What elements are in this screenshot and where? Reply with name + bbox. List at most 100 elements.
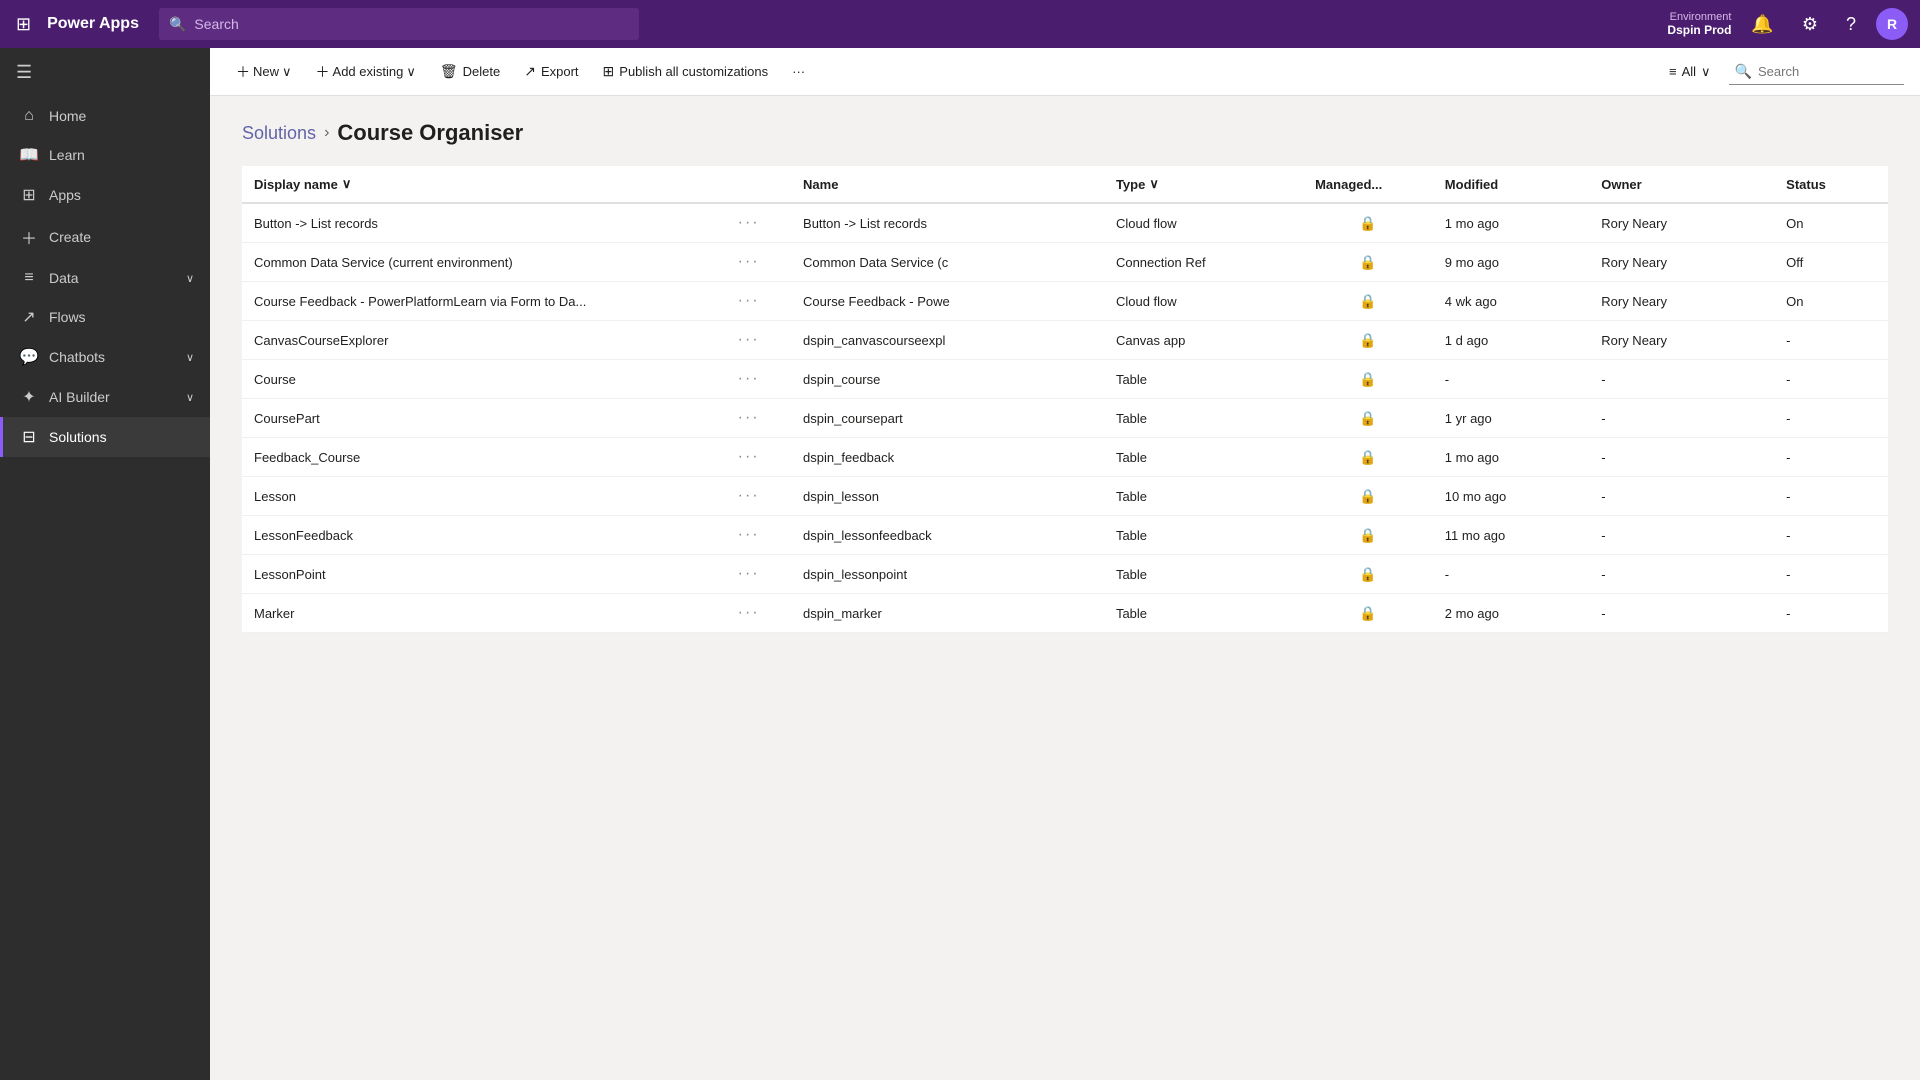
cell-more[interactable]: ··· — [726, 555, 791, 594]
cell-more[interactable]: ··· — [726, 321, 791, 360]
cell-more[interactable]: ··· — [726, 516, 791, 555]
add-existing-button[interactable]: ＋ Add existing ∨ — [306, 56, 426, 88]
cell-more[interactable]: ··· — [726, 594, 791, 633]
sidebar-item-learn[interactable]: 📖 Learn — [0, 135, 210, 175]
sidebar-toggle[interactable]: ☰ — [0, 48, 210, 97]
col-header-status: Status — [1774, 166, 1888, 203]
cell-more[interactable]: ··· — [726, 203, 791, 243]
sidebar-item-flows[interactable]: ↗ Flows — [0, 297, 210, 337]
table-row[interactable]: Common Data Service (current environment… — [242, 243, 1888, 282]
global-search-input[interactable] — [194, 16, 629, 32]
data-icon: ≡ — [19, 269, 39, 287]
new-button[interactable]: ＋ New ∨ — [226, 56, 302, 88]
more-options-icon[interactable]: ··· — [738, 370, 760, 387]
export-button[interactable]: ↗ Export — [514, 57, 588, 86]
cell-name: Common Data Service (c — [791, 243, 1104, 282]
add-existing-chevron-icon: ∨ — [406, 64, 416, 80]
table-row[interactable]: CoursePart ··· dspin_coursepart Table 🔒 … — [242, 399, 1888, 438]
cell-status: On — [1774, 203, 1888, 243]
help-icon[interactable]: ? — [1838, 10, 1864, 39]
publish-all-button[interactable]: ⊞ Publish all customizations — [593, 57, 779, 86]
cell-more[interactable]: ··· — [726, 399, 791, 438]
notification-icon[interactable]: 🔔 — [1743, 10, 1781, 39]
sidebar-item-apps[interactable]: ⊞ Apps — [0, 175, 210, 215]
sidebar-item-solutions[interactable]: ⊟ Solutions — [0, 417, 210, 457]
col-header-type[interactable]: Type ∨ — [1104, 166, 1303, 203]
more-options-icon[interactable]: ··· — [738, 565, 760, 582]
cell-display-name: Common Data Service (current environment… — [242, 243, 726, 282]
cell-owner: Rory Neary — [1589, 243, 1774, 282]
delete-button[interactable]: 🗑 Delete — [430, 57, 510, 86]
sidebar-item-ai-builder[interactable]: ✦ AI Builder ∨ — [0, 377, 210, 417]
table-row[interactable]: Course Feedback - PowerPlatformLearn via… — [242, 282, 1888, 321]
cell-type: Connection Ref — [1104, 243, 1303, 282]
table-row[interactable]: Lesson ··· dspin_lesson Table 🔒 10 mo ag… — [242, 477, 1888, 516]
cell-type: Table — [1104, 438, 1303, 477]
environment-name: Dspin Prod — [1667, 23, 1731, 37]
more-options-icon[interactable]: ··· — [738, 253, 760, 270]
more-options-icon[interactable]: ··· — [738, 214, 760, 231]
brand-title: Power Apps — [47, 15, 139, 33]
environment-info[interactable]: Environment Dspin Prod — [1667, 11, 1731, 37]
cell-type: Table — [1104, 399, 1303, 438]
cell-display-name: Button -> List records — [242, 203, 726, 243]
cmd-search-input[interactable] — [1758, 64, 1898, 79]
ai-builder-icon: ✦ — [19, 387, 39, 407]
more-options-icon[interactable]: ··· — [738, 409, 760, 426]
col-header-managed: Managed... — [1303, 166, 1433, 203]
table-row[interactable]: Feedback_Course ··· dspin_feedback Table… — [242, 438, 1888, 477]
settings-icon[interactable]: ⚙ — [1794, 10, 1826, 39]
solutions-icon: ⊟ — [19, 427, 39, 447]
col-header-name: Name — [791, 166, 1104, 203]
sidebar: ☰ ⌂ Home 📖 Learn ⊞ Apps ＋ Create ≡ Data … — [0, 48, 210, 1080]
more-options-icon[interactable]: ··· — [738, 292, 760, 309]
more-label: ··· — [792, 64, 805, 79]
cell-modified: 10 mo ago — [1433, 477, 1589, 516]
cell-modified: 1 mo ago — [1433, 203, 1589, 243]
table-row[interactable]: LessonFeedback ··· dspin_lessonfeedback … — [242, 516, 1888, 555]
main-layout: ☰ ⌂ Home 📖 Learn ⊞ Apps ＋ Create ≡ Data … — [0, 48, 1920, 1080]
more-options-icon[interactable]: ··· — [738, 331, 760, 348]
table-row[interactable]: CanvasCourseExplorer ··· dspin_canvascou… — [242, 321, 1888, 360]
sidebar-item-create[interactable]: ＋ Create — [0, 215, 210, 259]
more-options-icon[interactable]: ··· — [738, 526, 760, 543]
more-button[interactable]: ··· — [782, 58, 815, 85]
more-options-icon[interactable]: ··· — [738, 448, 760, 465]
breadcrumb-parent[interactable]: Solutions — [242, 123, 316, 144]
table-row[interactable]: Marker ··· dspin_marker Table 🔒 2 mo ago… — [242, 594, 1888, 633]
lock-icon: 🔒 — [1359, 527, 1376, 543]
export-label: Export — [541, 64, 579, 79]
chatbots-chevron-icon: ∨ — [186, 351, 194, 364]
cell-more[interactable]: ··· — [726, 477, 791, 516]
sidebar-item-data[interactable]: ≡ Data ∨ — [0, 259, 210, 297]
cell-name: dspin_lessonpoint — [791, 555, 1104, 594]
cell-managed: 🔒 — [1303, 477, 1433, 516]
avatar[interactable]: R — [1876, 8, 1908, 40]
cell-more[interactable]: ··· — [726, 282, 791, 321]
more-options-icon[interactable]: ··· — [738, 487, 760, 504]
cell-managed: 🔒 — [1303, 360, 1433, 399]
waffle-icon[interactable]: ⊞ — [12, 10, 35, 39]
cell-type: Cloud flow — [1104, 282, 1303, 321]
cell-more[interactable]: ··· — [726, 438, 791, 477]
chatbots-icon: 💬 — [19, 347, 39, 367]
lock-icon: 🔒 — [1359, 449, 1376, 465]
cell-name: dspin_lesson — [791, 477, 1104, 516]
col-header-display-name[interactable]: Display name ∨ — [242, 166, 726, 203]
cell-more[interactable]: ··· — [726, 243, 791, 282]
table-row[interactable]: LessonPoint ··· dspin_lessonpoint Table … — [242, 555, 1888, 594]
cell-type: Table — [1104, 360, 1303, 399]
cell-status: - — [1774, 360, 1888, 399]
sidebar-item-home[interactable]: ⌂ Home — [0, 97, 210, 135]
cell-display-name: Marker — [242, 594, 726, 633]
table-row[interactable]: Course ··· dspin_course Table 🔒 - - - — [242, 360, 1888, 399]
cell-more[interactable]: ··· — [726, 360, 791, 399]
cell-name: dspin_feedback — [791, 438, 1104, 477]
filter-button[interactable]: ≡ All ∨ — [1659, 59, 1721, 85]
lock-icon: 🔒 — [1359, 410, 1376, 426]
cell-type: Table — [1104, 594, 1303, 633]
table-row[interactable]: Button -> List records ··· Button -> Lis… — [242, 203, 1888, 243]
sidebar-item-chatbots[interactable]: 💬 Chatbots ∨ — [0, 337, 210, 377]
page-content: Solutions › Course Organiser Display nam… — [210, 96, 1920, 1080]
more-options-icon[interactable]: ··· — [738, 604, 760, 621]
